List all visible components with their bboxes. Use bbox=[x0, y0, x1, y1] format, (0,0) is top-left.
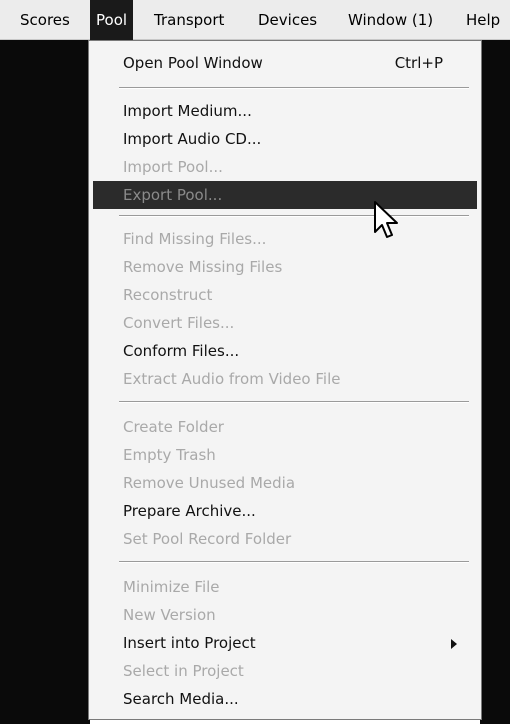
menu-transport[interactable]: Transport bbox=[148, 0, 230, 40]
pool-dropdown-menu: Open Pool Window Ctrl+P Import Medium...… bbox=[88, 40, 482, 720]
menu-item-label: Empty Trash bbox=[123, 446, 216, 464]
menu-item-empty-trash[interactable]: Empty Trash bbox=[93, 441, 477, 469]
app-background-right bbox=[480, 40, 510, 724]
menu-window[interactable]: Window (1) bbox=[342, 0, 439, 40]
menu-item-label: Export Pool... bbox=[123, 186, 223, 204]
menu-item-conform-files[interactable]: Conform Files... bbox=[93, 337, 477, 365]
menu-item-label: Remove Missing Files bbox=[123, 258, 283, 276]
menu-item-label: Remove Unused Media bbox=[123, 474, 296, 492]
menu-item-new-version[interactable]: New Version bbox=[93, 601, 477, 629]
submenu-arrow-icon bbox=[451, 639, 457, 649]
menu-item-set-pool-record-folder[interactable]: Set Pool Record Folder bbox=[93, 525, 477, 553]
menu-item-label: Import Pool... bbox=[123, 158, 223, 176]
menu-item-insert-into-project[interactable]: Insert into Project bbox=[93, 629, 477, 657]
menu-item-label: New Version bbox=[123, 606, 216, 624]
menu-separator bbox=[119, 87, 469, 89]
menu-item-reconstruct[interactable]: Reconstruct bbox=[93, 281, 477, 309]
menu-item-label: Convert Files... bbox=[123, 314, 235, 332]
menu-item-label: Find Missing Files... bbox=[123, 230, 267, 248]
menu-separator bbox=[119, 561, 469, 563]
menu-item-search-media[interactable]: Search Media... bbox=[93, 685, 477, 713]
menu-separator bbox=[119, 215, 469, 217]
menu-bar: Scores Pool Transport Devices Window (1)… bbox=[0, 0, 510, 40]
menu-item-label: Set Pool Record Folder bbox=[123, 530, 292, 548]
menu-item-label: Select in Project bbox=[123, 662, 244, 680]
shortcut-label: Ctrl+P bbox=[394, 54, 443, 72]
menu-item-convert-files[interactable]: Convert Files... bbox=[93, 309, 477, 337]
menu-item-find-missing-files[interactable]: Find Missing Files... bbox=[93, 225, 477, 253]
mouse-pointer-icon bbox=[374, 201, 398, 238]
menu-item-label: Conform Files... bbox=[123, 342, 240, 360]
menu-item-label: Reconstruct bbox=[123, 286, 213, 304]
menu-item-label: Create Folder bbox=[123, 418, 224, 436]
menu-item-prepare-archive[interactable]: Prepare Archive... bbox=[93, 497, 477, 525]
menu-item-import-pool[interactable]: Import Pool... bbox=[93, 153, 477, 181]
menu-devices[interactable]: Devices bbox=[252, 0, 323, 40]
menu-separator bbox=[119, 401, 469, 403]
menu-item-create-folder[interactable]: Create Folder bbox=[93, 413, 477, 441]
menu-item-label: Search Media... bbox=[123, 690, 239, 708]
menu-item-import-audio-cd[interactable]: Import Audio CD... bbox=[93, 125, 477, 153]
menu-item-extract-audio[interactable]: Extract Audio from Video File bbox=[93, 365, 477, 393]
app-background-left bbox=[0, 40, 90, 724]
menu-item-label: Insert into Project bbox=[123, 634, 256, 652]
menu-item-import-medium[interactable]: Import Medium... bbox=[93, 97, 477, 125]
menu-item-open-pool-window[interactable]: Open Pool Window Ctrl+P bbox=[93, 49, 477, 77]
menu-item-select-in-project[interactable]: Select in Project bbox=[93, 657, 477, 685]
menu-item-label: Extract Audio from Video File bbox=[123, 370, 341, 388]
menu-pool[interactable]: Pool bbox=[90, 0, 134, 40]
menu-scores[interactable]: Scores bbox=[14, 0, 76, 40]
menu-help[interactable]: Help bbox=[460, 0, 506, 40]
menu-item-remove-missing-files[interactable]: Remove Missing Files bbox=[93, 253, 477, 281]
menu-item-minimize-file[interactable]: Minimize File bbox=[93, 573, 477, 601]
menu-item-export-pool[interactable]: Export Pool... bbox=[93, 181, 477, 209]
menu-item-label: Minimize File bbox=[123, 578, 220, 596]
menu-item-label: Import Audio CD... bbox=[123, 130, 262, 148]
menu-item-label: Open Pool Window bbox=[123, 54, 263, 72]
menu-item-label: Import Medium... bbox=[123, 102, 252, 120]
menu-item-label: Prepare Archive... bbox=[123, 502, 256, 520]
menu-item-remove-unused-media[interactable]: Remove Unused Media bbox=[93, 469, 477, 497]
